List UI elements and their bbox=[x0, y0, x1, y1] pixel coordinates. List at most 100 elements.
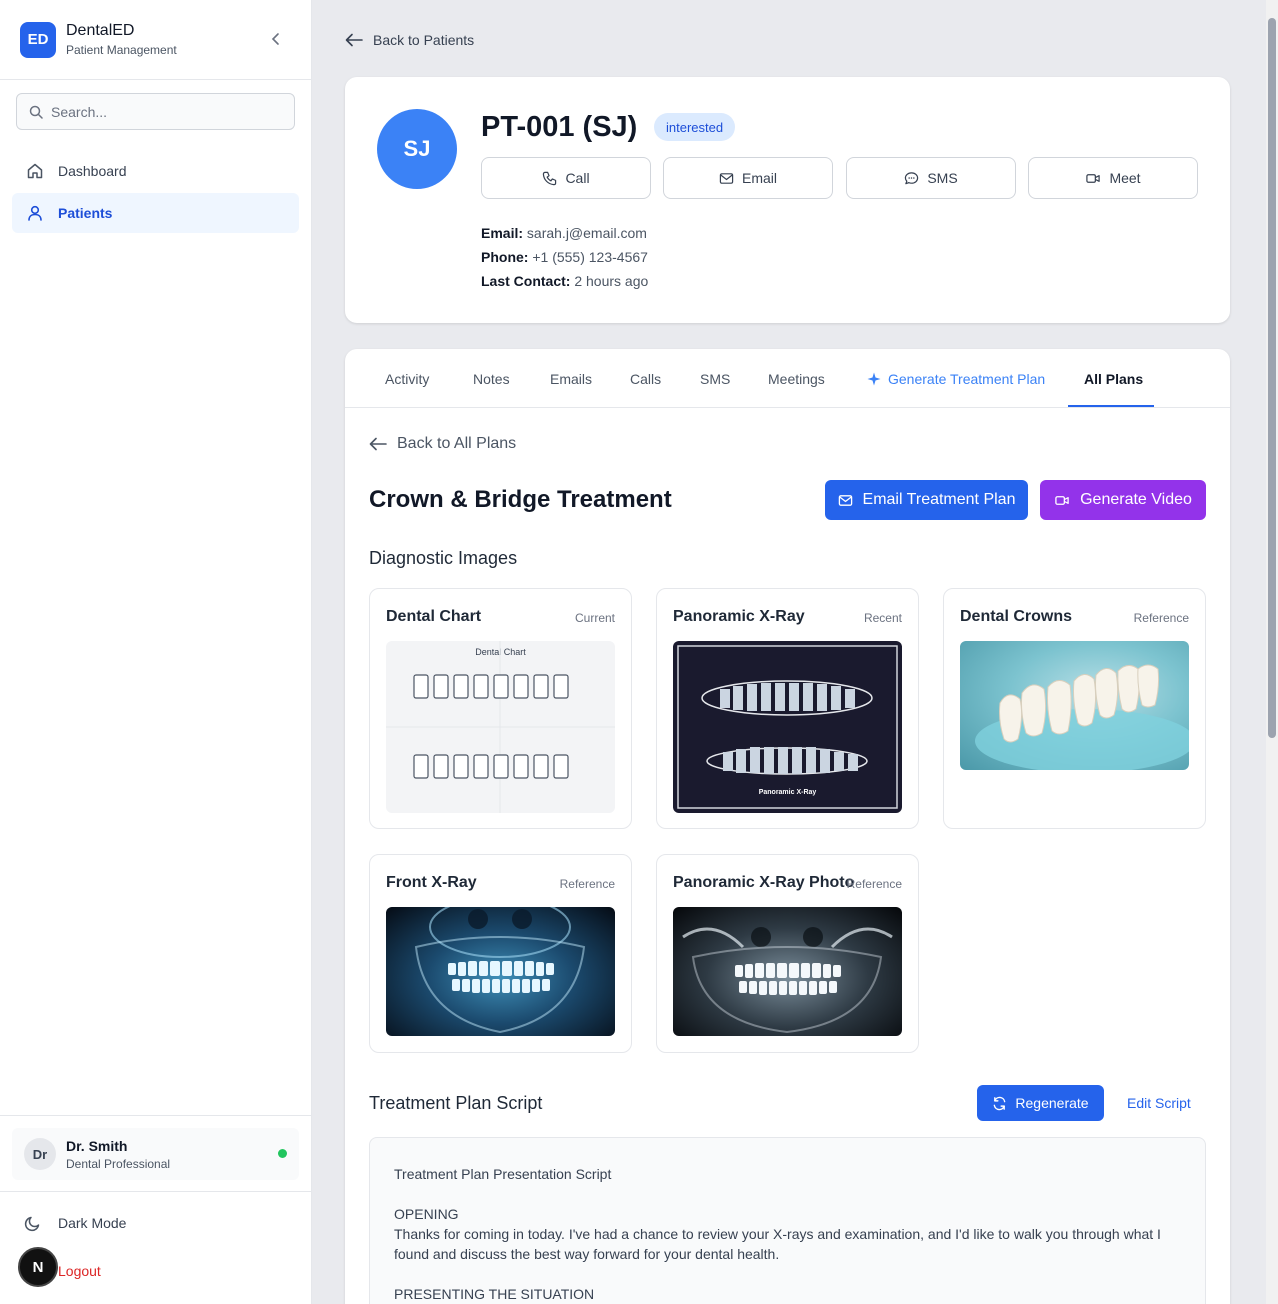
user-role: Dental Professional bbox=[66, 1156, 171, 1171]
n-badge[interactable]: N bbox=[18, 1247, 58, 1287]
video-icon bbox=[1055, 495, 1069, 505]
email-treatment-plan-label: Email Treatment Plan bbox=[862, 491, 1016, 508]
home-icon bbox=[27, 163, 43, 179]
chevron-left-icon bbox=[271, 33, 279, 45]
generate-video-label: Generate Video bbox=[1080, 491, 1192, 508]
refresh-icon bbox=[994, 1096, 1006, 1110]
brand-title: DentalED bbox=[66, 22, 135, 39]
email-info-label: Email: bbox=[481, 225, 524, 241]
email-info: Email: sarah.j@email.com bbox=[481, 225, 647, 241]
script-presenting-label: PRESENTING THE SITUATION bbox=[394, 1286, 595, 1302]
sms-label: SMS bbox=[927, 170, 958, 186]
image-tag: Reference bbox=[846, 877, 902, 891]
plan-title: Crown & Bridge Treatment bbox=[369, 486, 672, 513]
patient-profile-card: SJ PT-001 (SJ) interested Call Email SMS… bbox=[345, 77, 1230, 323]
image-card-panoramic-xray[interactable]: Panoramic X-Ray Recent Panoramic X-Ray bbox=[656, 588, 919, 829]
phone-info-label: Phone: bbox=[481, 249, 529, 265]
message-icon bbox=[905, 171, 919, 184]
call-label: Call bbox=[565, 170, 590, 186]
back-to-patients-link[interactable]: Back to Patients bbox=[345, 32, 474, 48]
scrollbar-thumb[interactable] bbox=[1268, 18, 1276, 738]
video-icon bbox=[1086, 173, 1101, 183]
last-contact-label: Last Contact: bbox=[481, 273, 571, 289]
call-button[interactable]: Call bbox=[481, 157, 651, 199]
nav-item-dashboard[interactable]: Dashboard bbox=[12, 151, 299, 191]
edit-script-button[interactable]: Edit Script bbox=[1127, 1095, 1191, 1111]
image-title: Panoramic X-Ray bbox=[673, 608, 805, 625]
user-name: Dr. Smith bbox=[66, 1137, 128, 1154]
image-title: Dental Crowns bbox=[960, 608, 1073, 625]
tab-bar: Activity Notes Emails Calls SMS Meetings… bbox=[345, 349, 1230, 408]
tab-meetings[interactable]: Meetings bbox=[768, 349, 825, 408]
email-button[interactable]: Email bbox=[663, 157, 833, 199]
sparkle-icon bbox=[867, 372, 881, 385]
email-treatment-plan-button[interactable]: Email Treatment Plan bbox=[825, 480, 1028, 520]
active-tab-indicator bbox=[1068, 405, 1154, 407]
meet-button[interactable]: Meet bbox=[1028, 157, 1198, 199]
image-title: Dental Chart bbox=[386, 608, 482, 625]
panoramic-xray-image: Panoramic X-Ray bbox=[673, 641, 902, 813]
image-title: Panoramic X-Ray Photo bbox=[673, 874, 855, 891]
panoramic-xray-caption: Panoramic X-Ray bbox=[758, 789, 817, 796]
logout-button[interactable]: Logout bbox=[58, 1263, 101, 1279]
tab-calls[interactable]: Calls bbox=[630, 349, 661, 408]
nav-item-patients[interactable]: Patients bbox=[12, 193, 299, 233]
last-contact-value: 2 hours ago bbox=[574, 273, 649, 289]
collapse-sidebar-button[interactable] bbox=[267, 30, 285, 48]
email-value: sarah.j@email.com bbox=[526, 225, 647, 241]
search-box bbox=[16, 93, 295, 130]
brand-logo: ED bbox=[20, 21, 56, 58]
tab-generate-label: Generate Treatment Plan bbox=[888, 370, 1046, 387]
script-title: Treatment Plan Script bbox=[369, 1093, 543, 1113]
sms-button[interactable]: SMS bbox=[846, 157, 1016, 199]
phone-icon bbox=[543, 171, 557, 185]
tab-all-plans[interactable]: All Plans bbox=[1084, 349, 1143, 408]
panoramic-xray-photo-image bbox=[673, 907, 902, 1036]
arrow-left-icon bbox=[369, 437, 387, 451]
status-badge: interested bbox=[654, 113, 736, 141]
image-title: Front X-Ray bbox=[386, 874, 477, 891]
tab-activity[interactable]: Activity bbox=[385, 349, 429, 408]
tab-notes[interactable]: Notes bbox=[473, 349, 510, 408]
patient-avatar: SJ bbox=[377, 109, 457, 189]
tab-emails[interactable]: Emails bbox=[550, 349, 592, 408]
treatment-plan-card: Activity Notes Emails Calls SMS Meetings… bbox=[345, 349, 1230, 1304]
phone-info: Phone: +1 (555) 123-4567 bbox=[481, 249, 648, 265]
patient-title: PT-001 (SJ) bbox=[481, 111, 638, 143]
last-contact-info: Last Contact: 2 hours ago bbox=[481, 273, 648, 289]
back-to-all-plans-link[interactable]: Back to All Plans bbox=[369, 435, 516, 453]
email-label: Email bbox=[741, 170, 777, 186]
image-card-front-xray[interactable]: Front X-Ray Reference bbox=[369, 854, 632, 1053]
nav-label-patients: Patients bbox=[58, 205, 113, 221]
dark-mode-toggle[interactable]: Dark Mode bbox=[24, 1214, 126, 1232]
dental-chart-image: Dental Chart bbox=[386, 641, 615, 813]
mail-icon bbox=[838, 494, 852, 506]
sidebar: ED DentalED Patient Management Dashboard… bbox=[0, 0, 312, 1304]
tab-sms[interactable]: SMS bbox=[700, 349, 730, 408]
user-icon bbox=[28, 205, 42, 221]
search-input[interactable] bbox=[51, 103, 281, 120]
tab-generate-treatment-plan[interactable]: Generate Treatment Plan bbox=[867, 349, 1045, 408]
phone-value: +1 (555) 123-4567 bbox=[532, 249, 648, 265]
script-opening-label: OPENING bbox=[394, 1206, 459, 1222]
generate-video-button[interactable]: Generate Video bbox=[1040, 480, 1206, 520]
user-profile[interactable]: Dr Dr. Smith Dental Professional bbox=[12, 1128, 299, 1180]
arrow-left-icon bbox=[345, 33, 363, 47]
script-heading: Treatment Plan Presentation Script bbox=[394, 1166, 612, 1182]
regenerate-button[interactable]: Regenerate bbox=[977, 1085, 1104, 1121]
nav-label-dashboard: Dashboard bbox=[58, 163, 127, 179]
dental-crowns-image bbox=[960, 641, 1189, 770]
image-card-dental-chart[interactable]: Dental Chart Current Dental Chart bbox=[369, 588, 632, 829]
image-card-dental-crowns[interactable]: Dental Crowns Reference bbox=[943, 588, 1206, 829]
diagnostic-images-title: Diagnostic Images bbox=[369, 548, 518, 568]
user-card: Dr Dr. Smith Dental Professional bbox=[0, 1115, 311, 1192]
mail-icon bbox=[719, 172, 734, 184]
script-opening-text: Thanks for coming in today. I've had a c… bbox=[394, 1226, 1161, 1262]
brand-subtitle: Patient Management bbox=[66, 43, 177, 57]
dark-mode-label: Dark Mode bbox=[58, 1215, 127, 1231]
regenerate-label: Regenerate bbox=[1015, 1095, 1089, 1111]
image-tag: Reference bbox=[559, 877, 615, 891]
image-tag: Current bbox=[574, 611, 615, 625]
image-card-panoramic-xray-photo[interactable]: Panoramic X-Ray Photo Reference bbox=[656, 854, 919, 1053]
moon-icon bbox=[24, 1216, 40, 1232]
